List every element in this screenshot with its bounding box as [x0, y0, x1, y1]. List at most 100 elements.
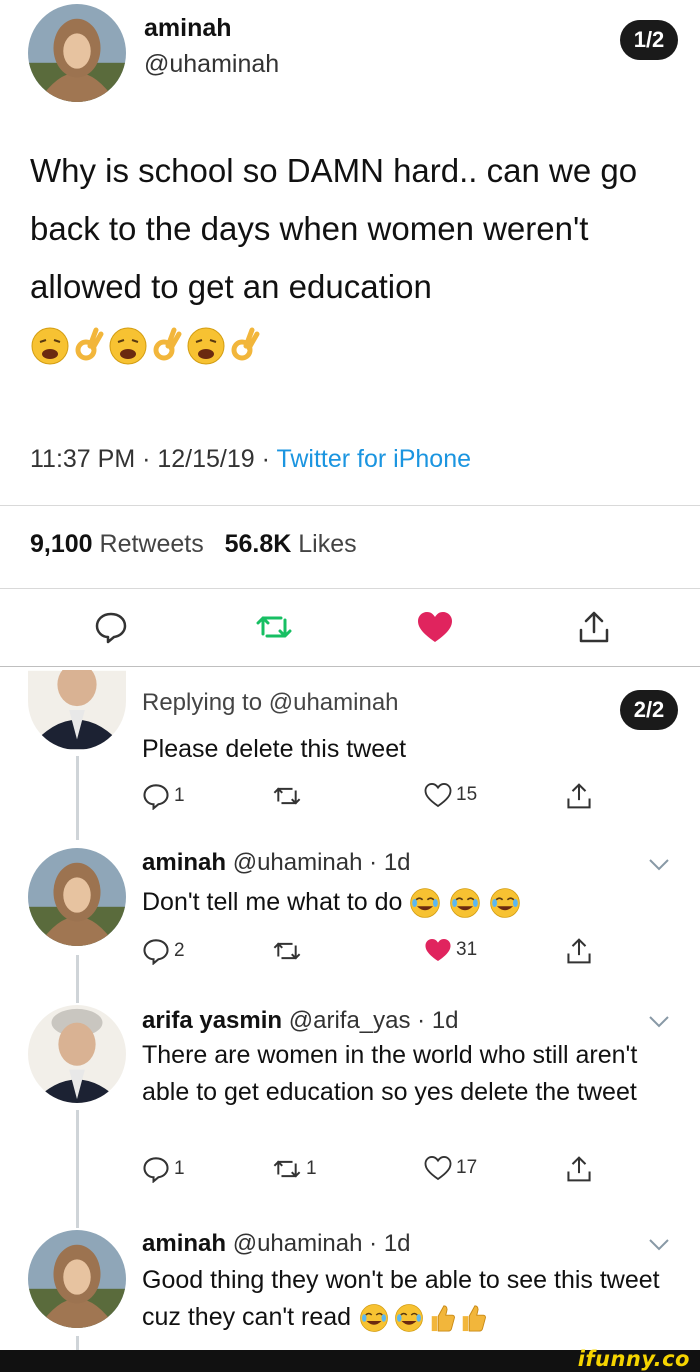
author-name[interactable]: aminah — [144, 14, 232, 43]
author-name[interactable]: aminah — [142, 849, 226, 876]
chevron-down-icon[interactable] — [648, 858, 670, 872]
heart-filled-icon — [425, 938, 451, 962]
reply-button[interactable] — [94, 610, 128, 649]
retweet-count: 1 — [306, 1158, 317, 1179]
like-button[interactable] — [416, 610, 454, 649]
divider — [0, 588, 700, 589]
reply-time: · 1d — [369, 1230, 411, 1257]
reply-time: · 1d — [417, 1007, 459, 1034]
reply-text: Please delete this tweet — [142, 735, 407, 763]
tweet-emoji-row — [30, 326, 260, 366]
reply-header: aminah @uhaminah · 1d — [142, 1230, 411, 1258]
reply-icon — [143, 939, 169, 965]
avatar-aminah[interactable] — [28, 4, 126, 102]
reply-emoji-row — [358, 1303, 487, 1333]
share-icon — [567, 783, 591, 809]
reply-time: · 1d — [369, 849, 411, 876]
retweets-stat[interactable]: 9,100 Retweets — [30, 530, 204, 558]
retweet-button[interactable] — [272, 782, 302, 810]
like-button[interactable]: 31 — [424, 937, 477, 963]
chevron-down-icon[interactable] — [648, 1015, 670, 1029]
tweet-meta: 11:37 PM · 12/15/19 · Twitter for iPhone — [30, 445, 471, 474]
ok-hand-icon — [75, 327, 104, 361]
divider — [0, 505, 700, 506]
reply-button[interactable]: 1 — [142, 1155, 185, 1183]
reply-button[interactable]: 2 — [142, 937, 185, 965]
joy-face-icon — [395, 1304, 423, 1333]
replying-to[interactable]: Replying to @uhaminah — [142, 689, 399, 717]
author-handle[interactable]: @uhaminah — [144, 50, 279, 79]
weary-face-icon — [109, 327, 147, 365]
like-button[interactable]: 15 — [424, 782, 477, 808]
thread-line — [76, 1336, 79, 1350]
joy-face-icon — [360, 1304, 388, 1333]
retweet-button[interactable] — [272, 937, 302, 965]
thread-line — [76, 756, 79, 840]
reply-count: 1 — [174, 1158, 185, 1179]
retweet-icon — [256, 616, 292, 638]
heart-icon — [418, 612, 452, 642]
thread-line — [76, 955, 79, 1003]
retweets-count: 9,100 — [30, 530, 93, 558]
retweet-icon — [273, 787, 301, 805]
likes-label: Likes — [298, 530, 357, 558]
reply-icon — [143, 784, 169, 810]
share-button[interactable] — [566, 937, 592, 965]
share-button[interactable] — [566, 1155, 592, 1183]
author-name[interactable]: arifa yasmin — [142, 1007, 282, 1034]
retweet-button[interactable]: 1 — [272, 1155, 317, 1183]
share-button[interactable] — [578, 610, 610, 649]
weary-face-icon — [187, 327, 225, 365]
thumbs-up-icon — [431, 1305, 455, 1332]
author-name[interactable]: aminah — [142, 1230, 226, 1257]
avatar-replier[interactable] — [28, 670, 126, 750]
page-indicator: 1/2 — [620, 20, 678, 60]
tweet-date[interactable]: 12/15/19 — [157, 445, 254, 473]
avatar-arifa[interactable] — [28, 1005, 126, 1103]
likes-stat[interactable]: 56.8K Likes — [225, 530, 357, 558]
avatar-aminah[interactable] — [28, 848, 126, 946]
thread-line — [76, 1110, 79, 1228]
share-button[interactable] — [566, 782, 592, 810]
reply-text-row: Don't tell me what to do — [142, 884, 682, 921]
share-icon — [567, 938, 591, 964]
chevron-down-icon[interactable] — [648, 1238, 670, 1252]
reply-actions: 1 15 — [142, 782, 592, 812]
author-handle[interactable]: @arifa_yas — [289, 1007, 411, 1034]
reply-header: arifa yasmin @arifa_yas · 1d — [142, 1007, 459, 1035]
heart-outline-icon — [424, 1156, 452, 1181]
tweet-source[interactable]: Twitter for iPhone — [276, 445, 471, 473]
retweets-label: Retweets — [99, 530, 204, 558]
reply-count: 1 — [174, 785, 185, 806]
like-count: 15 — [456, 784, 478, 805]
retweet-button[interactable] — [255, 610, 293, 649]
tweet-text: Why is school so DAMN hard.. can we go b… — [30, 152, 638, 305]
joy-face-icon — [410, 887, 441, 918]
retweet-icon — [273, 1160, 301, 1178]
divider — [0, 666, 700, 667]
joy-face-icon — [490, 887, 521, 918]
ifunny-watermark: ifunny.co — [577, 1347, 690, 1371]
author-handle[interactable]: @uhaminah — [233, 1230, 363, 1257]
tweet-actions — [0, 610, 700, 650]
reply-text-block: Good thing they won't be able to see thi… — [142, 1262, 682, 1336]
share-icon — [579, 611, 609, 643]
avatar-aminah[interactable] — [28, 1230, 126, 1328]
tweet-stats: 9,100 Retweets 56.8K Likes — [30, 530, 357, 559]
ok-hand-icon — [231, 327, 260, 361]
like-button[interactable]: 17 — [424, 1155, 477, 1181]
author-handle[interactable]: @uhaminah — [233, 849, 363, 876]
ok-hand-icon — [153, 327, 182, 361]
like-count: 31 — [456, 939, 478, 960]
reply-icon — [143, 1157, 169, 1183]
heart-outline-icon — [424, 783, 452, 808]
page-indicator: 2/2 — [620, 690, 678, 730]
likes-count: 56.8K — [224, 530, 292, 558]
weary-face-icon — [31, 327, 69, 365]
reply-button[interactable]: 1 — [142, 782, 185, 810]
joy-face-icon — [450, 887, 481, 918]
reply-count: 2 — [174, 940, 185, 961]
reply-header: aminah @uhaminah · 1d — [142, 849, 411, 877]
meta-separator: · — [254, 445, 277, 473]
thumbs-up-icon — [462, 1305, 486, 1332]
